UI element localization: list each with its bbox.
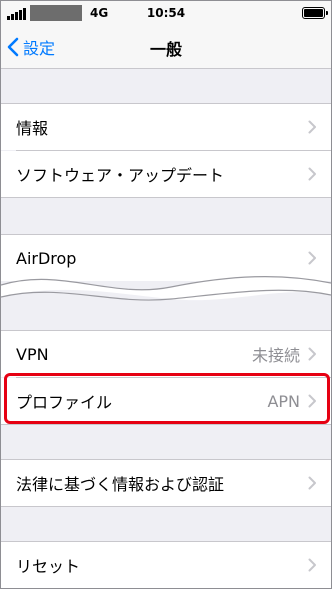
chevron-right-icon <box>308 251 316 265</box>
chevron-right-icon <box>308 558 316 572</box>
row-software-update[interactable]: ソフトウェア・アップデート <box>1 151 331 197</box>
chevron-right-icon <box>308 120 316 134</box>
row-reset-label: リセット <box>16 557 81 576</box>
row-legal-label: 法律に基づく情報および認証 <box>16 475 225 494</box>
omission-wave-divider <box>1 276 331 301</box>
navigation-bar: 設定 一般 <box>1 25 331 69</box>
battery-icon <box>302 7 328 19</box>
row-info[interactable]: 情報 <box>1 104 331 150</box>
chevron-right-icon <box>308 476 316 490</box>
row-legal[interactable]: 法律に基づく情報および認証 <box>1 460 331 506</box>
row-airdrop-label: AirDrop <box>16 248 77 268</box>
profile-highlight-box <box>4 373 330 424</box>
row-info-label: 情報 <box>16 119 49 138</box>
screen-frame: 4G 10:54 設定 一般 情報 ソフトウェア・アップデート AirDrop <box>0 0 332 589</box>
row-vpn-label: VPN <box>16 344 49 364</box>
chevron-right-icon <box>308 347 316 361</box>
row-reset[interactable]: リセット <box>1 542 331 588</box>
row-vpn[interactable]: VPN 未接続 <box>1 331 331 377</box>
page-title: 一般 <box>149 40 182 59</box>
row-software-update-label: ソフトウェア・アップデート <box>16 166 225 185</box>
status-time: 10:54 <box>146 6 186 20</box>
row-vpn-status: 未接続 <box>251 346 300 365</box>
status-bar: 4G 10:54 <box>1 1 331 25</box>
chevron-right-icon <box>308 167 316 181</box>
